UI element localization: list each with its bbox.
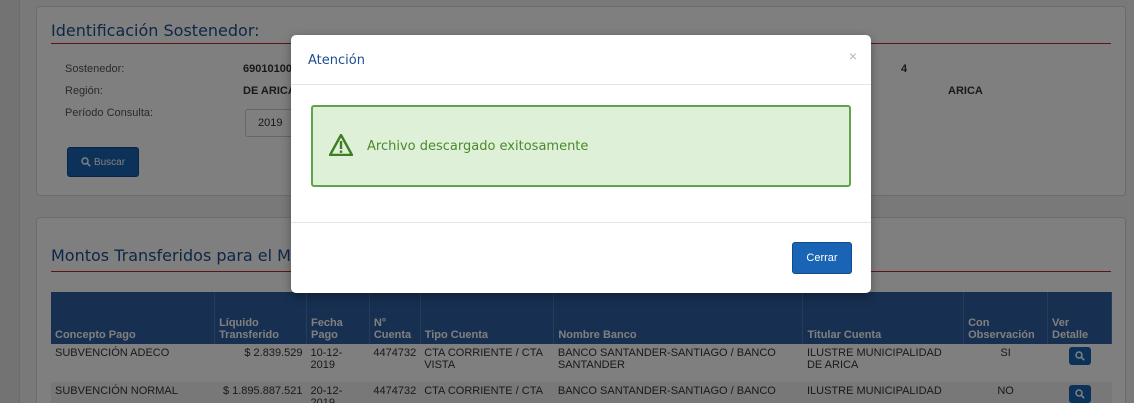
cerrar-button[interactable]: Cerrar: [792, 242, 852, 274]
warning-icon: [329, 134, 353, 156]
dialog-title: Atención: [308, 53, 365, 68]
dialog-header: Atención ×: [291, 35, 871, 85]
success-alert: Archivo descargado exitosamente: [311, 105, 851, 187]
dialog-footer: Cerrar: [291, 222, 871, 293]
alert-message: Archivo descargado exitosamente: [367, 139, 589, 154]
attention-dialog: Atención × Archivo descargado exitosamen…: [291, 35, 871, 293]
close-icon[interactable]: ×: [849, 48, 857, 64]
